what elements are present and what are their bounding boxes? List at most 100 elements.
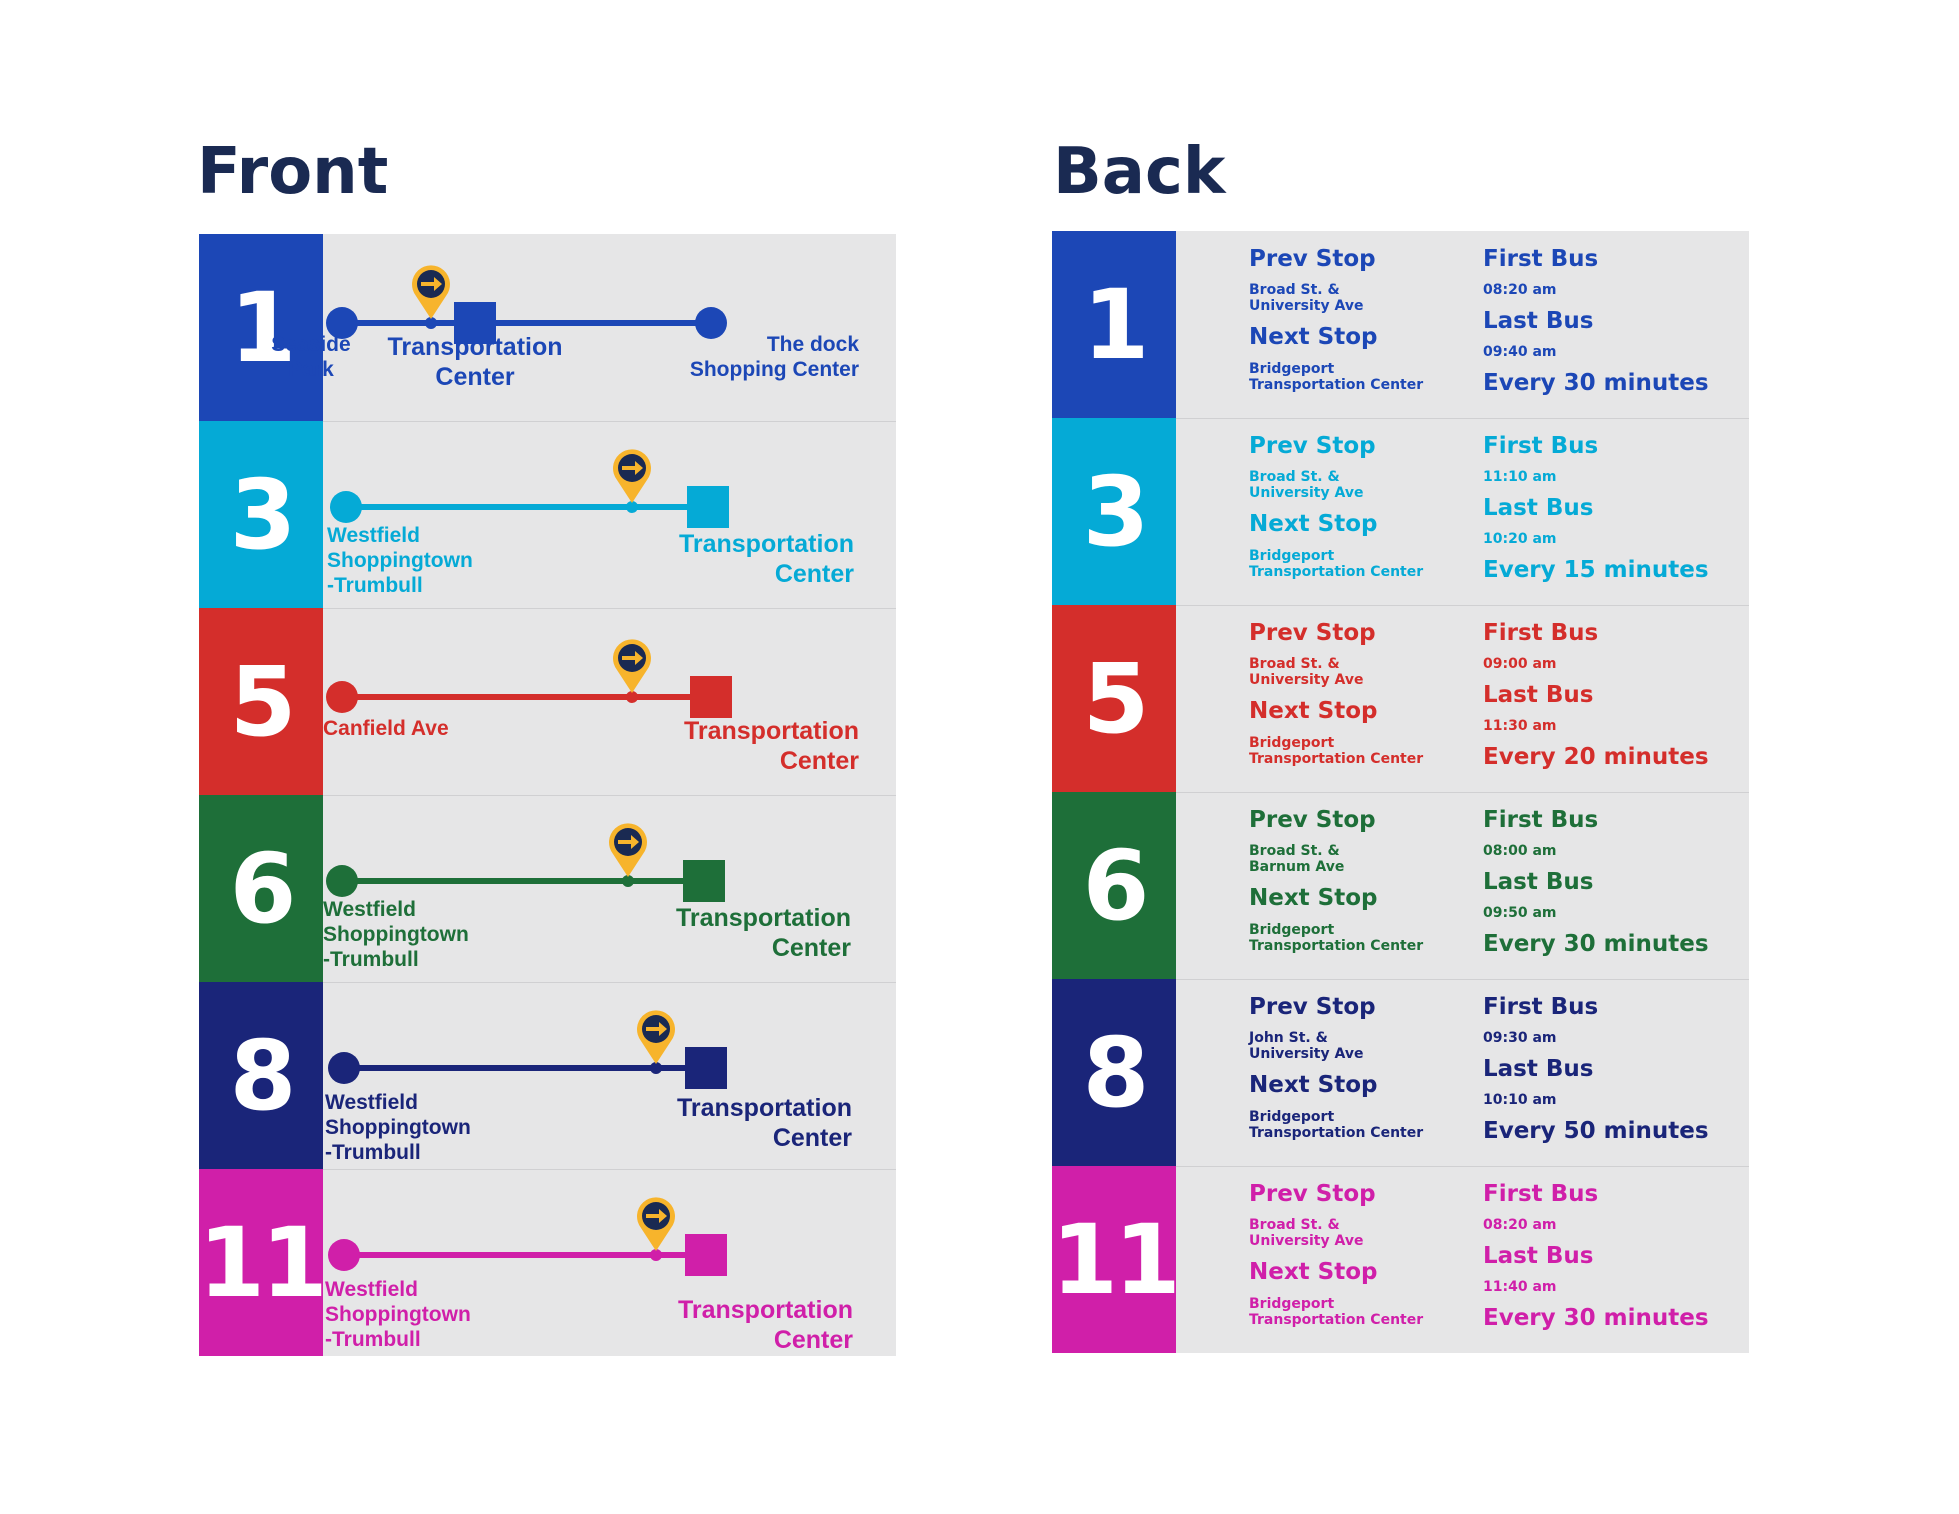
last-bus-heading: Last Bus bbox=[1483, 495, 1594, 521]
last-bus-heading: Last Bus bbox=[1483, 1056, 1594, 1082]
last-bus-heading: Last Bus bbox=[1483, 682, 1594, 708]
next-stop-value: Bridgeport Transportation Center bbox=[1249, 1109, 1424, 1141]
route-number-badge: 6 bbox=[199, 795, 323, 982]
first-bus-time: 11:10 am bbox=[1483, 469, 1557, 485]
prev-stop-value: Broad St. & University Ave bbox=[1249, 656, 1364, 688]
route-number-badge: 3 bbox=[199, 421, 323, 608]
front-panel: 1 Seaside Park Transportation Center The do… bbox=[198, 234, 896, 1356]
start-stop-label: Westfield Shoppingtown -Trumbull bbox=[327, 524, 473, 597]
frequency-text: Every 30 minutes bbox=[1483, 1305, 1709, 1331]
terminal-stop-square bbox=[687, 486, 729, 528]
back-route-row-3: 3 Prev Stop Broad St. & University Ave Next… bbox=[1052, 418, 1749, 605]
end-stop-label: Transportation Center bbox=[675, 904, 851, 962]
back-route-row-11: 11 Prev Stop Broad St. & University Ave Nex… bbox=[1051, 1166, 1749, 1353]
route-line bbox=[342, 694, 711, 700]
last-bus-time: 11:30 am bbox=[1483, 718, 1557, 734]
end-stop-label: Transportation Center bbox=[683, 717, 859, 775]
location-pin-arrow-icon bbox=[611, 448, 653, 504]
back-route-row-5: 5 Prev Stop Broad St. & University Ave Next… bbox=[1052, 605, 1749, 792]
next-stop-value: Bridgeport Transportation Center bbox=[1249, 548, 1424, 580]
prev-stop-heading: Prev Stop bbox=[1249, 433, 1376, 459]
route-number-badge: 5 bbox=[199, 608, 323, 795]
first-bus-heading: First Bus bbox=[1483, 246, 1599, 272]
prev-stop-value: John St. & University Ave bbox=[1249, 1030, 1364, 1062]
route-line bbox=[342, 878, 704, 884]
route-number-badge: 1 bbox=[199, 234, 323, 421]
start-stop-dot bbox=[330, 491, 362, 523]
start-stop-label: Westfield Shoppingtown -Trumbull bbox=[325, 1091, 471, 1164]
frequency-text: Every 30 minutes bbox=[1483, 931, 1709, 957]
frequency-text: Every 20 minutes bbox=[1483, 744, 1709, 770]
front-route-row-1: 1 Seaside Park Transportation Center The do… bbox=[199, 234, 896, 421]
next-stop-heading: Next Stop bbox=[1249, 885, 1378, 911]
next-stop-heading: Next Stop bbox=[1249, 1259, 1378, 1285]
end-stop-label: Transportation Center bbox=[678, 530, 854, 588]
first-bus-time: 08:20 am bbox=[1483, 1217, 1557, 1233]
prev-stop-value: Broad St. & University Ave bbox=[1249, 1217, 1364, 1249]
front-title: Front bbox=[197, 135, 389, 209]
first-bus-time: 08:00 am bbox=[1483, 843, 1557, 859]
start-stop-label: Seaside Park bbox=[271, 333, 351, 381]
prev-stop-heading: Prev Stop bbox=[1249, 246, 1376, 272]
next-stop-value: Bridgeport Transportation Center bbox=[1249, 1296, 1424, 1328]
first-bus-heading: First Bus bbox=[1483, 994, 1599, 1020]
route-line bbox=[346, 504, 708, 510]
route-number-badge: 11 bbox=[198, 1169, 328, 1356]
middle-stop-label: Transportation Center bbox=[387, 333, 563, 391]
end-stop-label: Transportation Center bbox=[677, 1296, 853, 1354]
prev-stop-heading: Prev Stop bbox=[1249, 807, 1376, 833]
first-bus-time: 08:20 am bbox=[1483, 282, 1557, 298]
route-number-badge: 3 bbox=[1052, 418, 1176, 605]
last-bus-time: 10:10 am bbox=[1483, 1092, 1557, 1108]
prev-stop-heading: Prev Stop bbox=[1249, 1181, 1376, 1207]
next-stop-heading: Next Stop bbox=[1249, 511, 1378, 537]
front-route-row-11: 11 Westfield Shoppingtown -Trumbull Transp… bbox=[198, 1169, 896, 1356]
front-route-row-5: 5 Canfield Ave Transportation Center bbox=[199, 608, 896, 795]
location-pin-arrow-icon bbox=[611, 638, 653, 694]
last-bus-heading: Last Bus bbox=[1483, 869, 1594, 895]
last-bus-time: 09:50 am bbox=[1483, 905, 1557, 921]
first-bus-heading: First Bus bbox=[1483, 433, 1599, 459]
start-stop-dot bbox=[328, 1239, 360, 1271]
location-pin-arrow-icon bbox=[635, 1009, 677, 1065]
terminal-stop-square bbox=[683, 860, 725, 902]
route-line bbox=[342, 320, 711, 326]
next-stop-value: Bridgeport Transportation Center bbox=[1249, 922, 1424, 954]
front-route-row-8: 8 Westfield Shoppingtown -Trumbull Transpo… bbox=[199, 982, 896, 1169]
last-bus-time: 10:20 am bbox=[1483, 531, 1557, 547]
frequency-text: Every 30 minutes bbox=[1483, 370, 1709, 396]
start-stop-label: Westfield Shoppingtown -Trumbull bbox=[325, 1278, 471, 1351]
back-panel: 1 Prev Stop Broad St. & University Ave Next… bbox=[1051, 231, 1749, 1353]
next-stop-value: Bridgeport Transportation Center bbox=[1249, 735, 1424, 767]
location-pin-arrow-icon bbox=[410, 264, 452, 320]
last-bus-time: 11:40 am bbox=[1483, 1279, 1557, 1295]
end-stop-label: The dock Shopping Center bbox=[689, 333, 859, 381]
first-bus-heading: First Bus bbox=[1483, 1181, 1599, 1207]
first-bus-time: 09:00 am bbox=[1483, 656, 1557, 672]
prev-stop-value: Broad St. & University Ave bbox=[1249, 469, 1364, 501]
front-route-row-6: 6 Westfield Shoppingtown -Trumbull Transpo… bbox=[199, 795, 896, 982]
start-stop-dot bbox=[326, 865, 358, 897]
frequency-text: Every 15 minutes bbox=[1483, 557, 1709, 583]
prev-stop-heading: Prev Stop bbox=[1249, 620, 1376, 646]
start-stop-dot bbox=[326, 681, 358, 713]
frequency-text: Every 50 minutes bbox=[1483, 1118, 1709, 1144]
terminal-stop-square bbox=[685, 1234, 727, 1276]
start-stop-label: Westfield Shoppingtown -Trumbull bbox=[323, 898, 469, 971]
prev-stop-heading: Prev Stop bbox=[1249, 994, 1376, 1020]
prev-stop-value: Broad St. & University Ave bbox=[1249, 282, 1364, 314]
route-number-badge: 5 bbox=[1052, 605, 1176, 792]
route-number-badge: 6 bbox=[1052, 792, 1176, 979]
next-stop-value: Bridgeport Transportation Center bbox=[1249, 361, 1424, 393]
back-route-row-1: 1 Prev Stop Broad St. & University Ave Next… bbox=[1052, 231, 1749, 418]
route-number-badge: 1 bbox=[1052, 231, 1176, 418]
next-stop-heading: Next Stop bbox=[1249, 698, 1378, 724]
next-stop-heading: Next Stop bbox=[1249, 324, 1378, 350]
end-stop-label: Transportation Center bbox=[676, 1094, 852, 1152]
back-title: Back bbox=[1053, 135, 1226, 209]
last-bus-heading: Last Bus bbox=[1483, 308, 1594, 334]
location-pin-arrow-icon bbox=[607, 822, 649, 878]
back-route-row-8: 8 Prev Stop John St. & University Ave Next … bbox=[1052, 979, 1749, 1166]
first-bus-heading: First Bus bbox=[1483, 620, 1599, 646]
route-number-badge: 11 bbox=[1051, 1166, 1181, 1353]
